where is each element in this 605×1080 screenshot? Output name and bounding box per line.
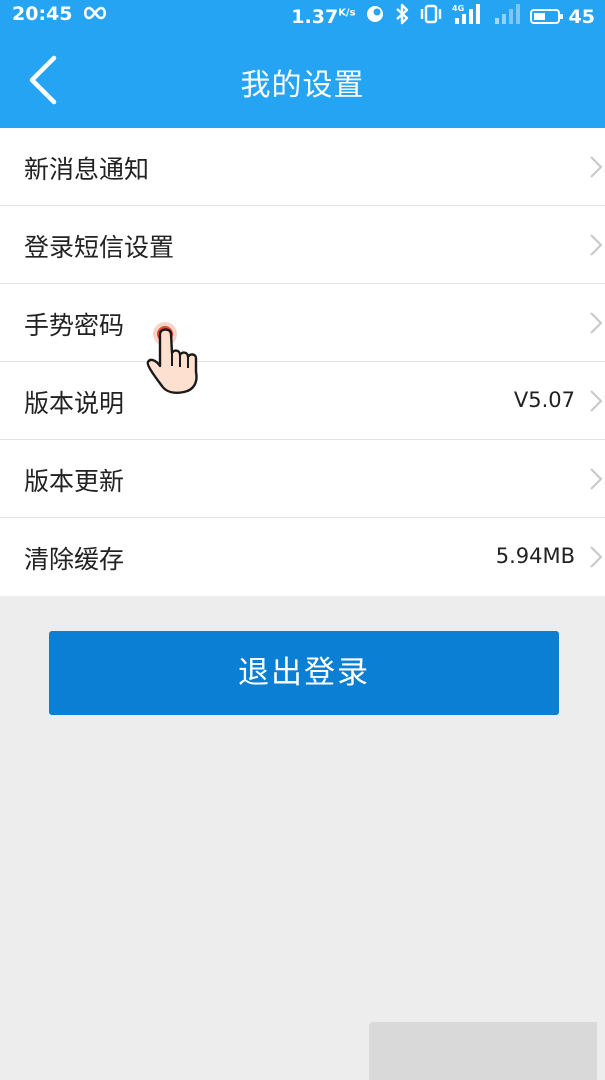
chevron-right-icon [590, 234, 603, 256]
settings-row-new-message-notification[interactable]: 新消息通知 [0, 128, 605, 206]
settings-row-label: 版本说明 [24, 389, 125, 418]
settings-row-gesture-password[interactable]: 手势密码 [0, 284, 605, 362]
svg-text:4G: 4G [452, 4, 464, 13]
infinity-icon [82, 3, 108, 25]
settings-list: 新消息通知 登录短信设置 手势密码 版本说明 V5.07 版本更新 清除缓存 5… [0, 128, 605, 596]
settings-row-label: 新消息通知 [24, 155, 150, 184]
tap-pointer-icon [146, 322, 198, 394]
settings-row-label: 手势密码 [24, 311, 125, 340]
status-time: 20:45 [12, 3, 73, 25]
settings-row-clear-cache[interactable]: 清除缓存 5.94MB [0, 518, 605, 596]
settings-row-version-update[interactable]: 版本更新 [0, 440, 605, 518]
bluetooth-icon [394, 3, 410, 30]
chevron-right-icon [590, 546, 603, 568]
settings-row-login-sms[interactable]: 登录短信设置 [0, 206, 605, 284]
notification-app-icon [365, 4, 385, 29]
battery-icon [529, 9, 563, 24]
status-bar: 20:45 1.37K/s 4G 45 [0, 0, 605, 32]
signal-4g-icon: 4G [452, 3, 484, 30]
settings-row-label: 清除缓存 [24, 545, 125, 574]
title-bar: 我的设置 [0, 32, 605, 128]
signal-empty-icon [493, 3, 521, 30]
vibrate-icon [419, 4, 443, 29]
app-header: 20:45 1.37K/s 4G 45 我的设置 [0, 0, 605, 128]
settings-row-label: 版本更新 [24, 467, 125, 496]
cache-size-value: 5.94MB [495, 544, 575, 568]
network-speed-unit: K/s [338, 7, 356, 19]
page-title: 我的设置 [240, 68, 365, 103]
battery-level: 45 [568, 5, 595, 28]
watermark [369, 1022, 597, 1080]
settings-row-version-notes[interactable]: 版本说明 V5.07 [0, 362, 605, 440]
chevron-right-icon [590, 390, 603, 412]
chevron-right-icon [590, 156, 603, 178]
version-value: V5.07 [513, 388, 575, 412]
network-speed-value: 1.37 [291, 5, 339, 28]
chevron-right-icon [590, 468, 603, 490]
network-speed: 1.37K/s [291, 6, 355, 28]
settings-row-label: 登录短信设置 [24, 233, 175, 262]
logout-button[interactable]: 退出登录 [49, 631, 559, 715]
chevron-right-icon [590, 312, 603, 334]
